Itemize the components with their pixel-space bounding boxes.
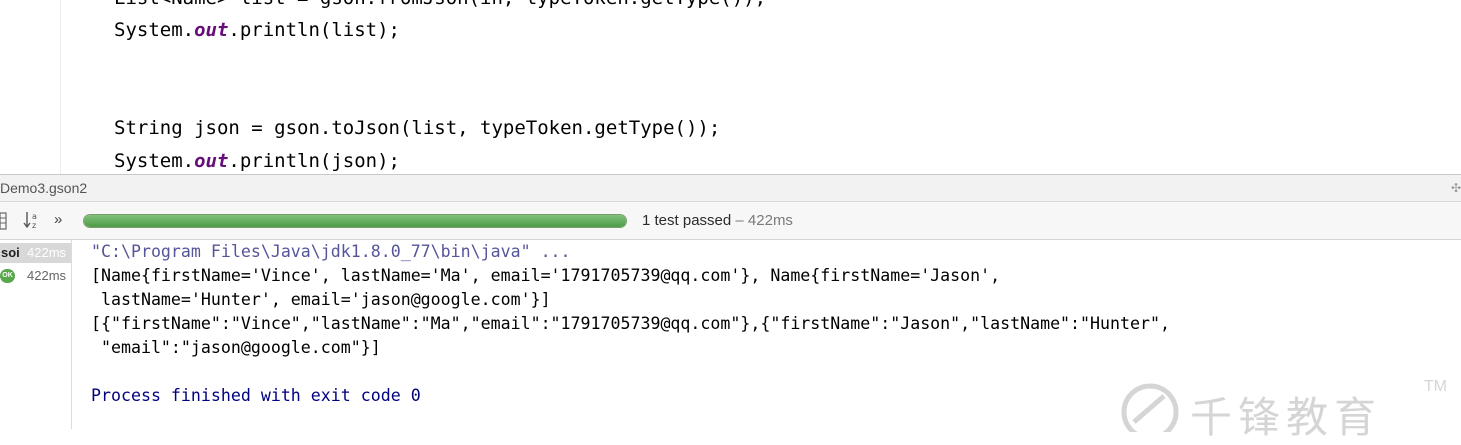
console-line: lastName='Hunter', email='jason@google.c…	[91, 290, 551, 309]
panel-settings-icon[interactable]: ✣	[1451, 181, 1461, 195]
test-results-tree: soi 422ms OK 422ms	[0, 240, 72, 429]
watermark-logo-icon	[1121, 383, 1179, 432]
code-line[interactable]: String json = gson.toJson(list, typeToke…	[114, 117, 720, 139]
test-suite-duration: 422ms	[27, 245, 67, 260]
editor-gutter-divider	[60, 0, 61, 174]
code-line[interactable]: List<Name> list = gson.fromJson(in, type…	[114, 0, 766, 9]
svg-text:a: a	[32, 212, 37, 221]
run-panel-title-bar: Demo3.gson2 ✣	[0, 174, 1461, 202]
code-token-static-field: out	[194, 150, 229, 172]
test-suite-name: soi	[1, 245, 20, 260]
test-tree-item[interactable]: OK 422ms	[0, 266, 71, 286]
code-token: .println(json);	[228, 150, 400, 172]
sort-icon[interactable]: az	[22, 209, 44, 235]
svg-text:z: z	[32, 221, 36, 230]
test-status-text: 1 test passed – 422ms	[642, 212, 793, 229]
code-line[interactable]: System.out.println(json);	[114, 150, 400, 172]
code-editor[interactable]: List<Name> list = gson.fromJson(in, type…	[0, 0, 1461, 174]
test-tree-item[interactable]: soi 422ms	[0, 243, 71, 263]
code-token: System.	[114, 19, 195, 41]
code-token: .println(list);	[228, 19, 400, 41]
tests-passed-label: 1 test passed	[642, 212, 732, 229]
code-token-static-field: out	[194, 19, 229, 41]
double-chevron-icon[interactable]: »	[54, 211, 62, 228]
code-token: System.	[114, 150, 195, 172]
test-passed-icon: OK	[0, 269, 15, 283]
console-line: [Name{firstName='Vince', lastName='Ma', …	[91, 266, 1001, 285]
test-runner-toolbar: az » 1 test passed – 422ms	[0, 202, 1461, 240]
console-line: [{"firstName":"Vince","lastName":"Ma","e…	[91, 314, 1170, 333]
console-exit-status: Process finished with exit code 0	[91, 386, 421, 405]
test-duration-label: – 422ms	[731, 212, 793, 229]
run-config-title: Demo3.gson2	[0, 180, 88, 196]
watermark: 千锋教育 TM	[1118, 378, 1461, 442]
console-command-line: "C:\Program Files\Java\jdk1.8.0_77\bin\j…	[91, 242, 571, 261]
test-progress-bar	[83, 214, 627, 228]
watermark-text: 千锋教育	[1190, 393, 1383, 442]
panel-edge-icon[interactable]	[0, 212, 8, 234]
console-line: "email":"jason@google.com"}]	[91, 338, 381, 357]
test-case-duration: 422ms	[27, 268, 67, 283]
code-line[interactable]: System.out.println(list);	[114, 19, 400, 41]
test-progress-fill	[84, 215, 626, 227]
watermark-trademark: TM	[1423, 378, 1447, 395]
